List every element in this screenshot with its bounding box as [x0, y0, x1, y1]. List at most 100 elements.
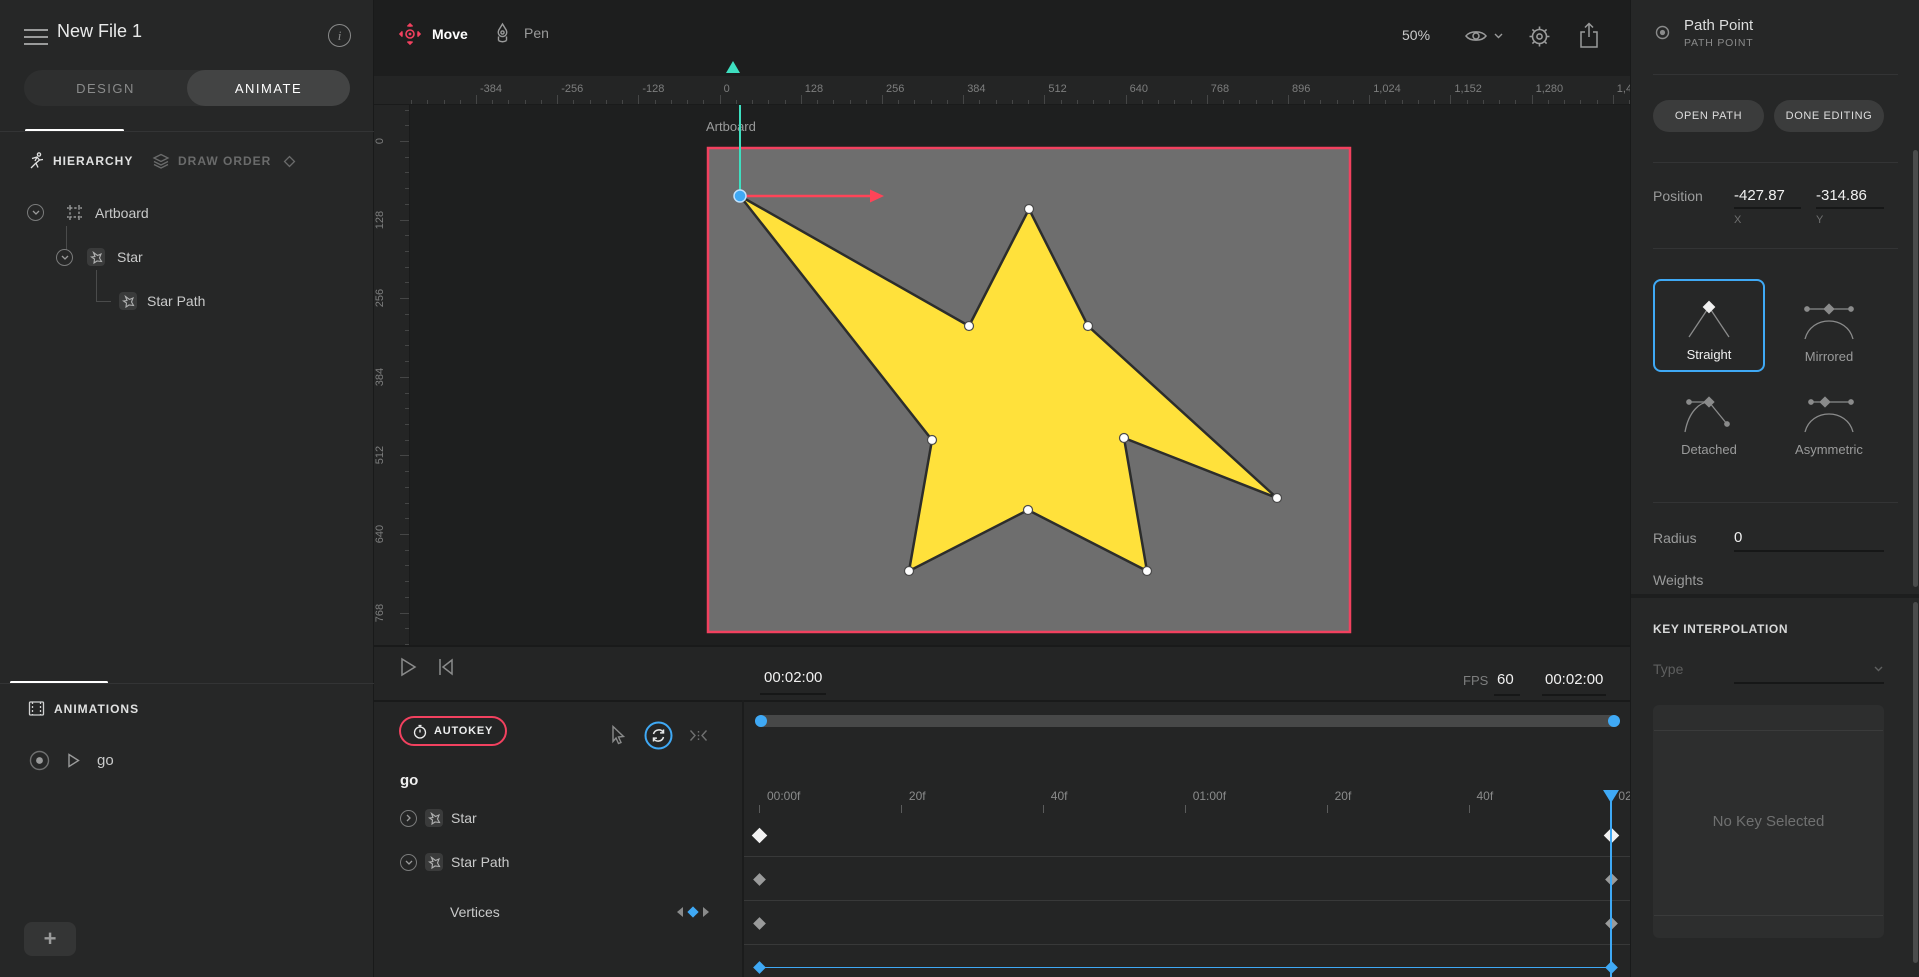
info-button[interactable]: i	[328, 24, 351, 47]
ruler-major-tick	[882, 95, 883, 105]
draw-order-tab[interactable]: DRAW ORDER	[152, 152, 296, 170]
current-time-input[interactable]: 00:02:00	[764, 669, 822, 686]
scrollbar-right-handle[interactable]	[1608, 715, 1620, 727]
point-type-mirrored[interactable]: Mirrored	[1773, 279, 1885, 372]
expand-chevron-icon[interactable]	[400, 810, 417, 827]
tree-row-star[interactable]: Star	[56, 248, 143, 266]
ruler-major-tick	[720, 95, 721, 105]
tree-row-star-path[interactable]: Star Path	[119, 292, 205, 310]
keyframe[interactable]	[753, 873, 766, 886]
pen-icon	[492, 22, 513, 44]
weights-label[interactable]: Weights	[1653, 572, 1703, 588]
point-type-straight[interactable]: Straight	[1653, 279, 1765, 372]
tab-design[interactable]: DESIGN	[24, 70, 187, 106]
timeline-zoom-scrollbar[interactable]	[755, 715, 1620, 727]
ruler-label: 128	[374, 205, 386, 235]
skip-to-start-button[interactable]	[438, 658, 454, 676]
vertical-ruler: 0128256384512640768	[374, 105, 410, 645]
track-row-star-path[interactable]	[744, 901, 1630, 945]
ruler-label: 0	[374, 126, 386, 156]
timeline-tracks[interactable]: 00:00f20f40f01:00f20f40f02:00f	[742, 700, 1630, 977]
autokey-button[interactable]: AUTOKEY	[399, 716, 507, 746]
add-animation-button[interactable]: +	[24, 922, 76, 956]
ruler-label: 640	[374, 519, 386, 549]
stage	[410, 105, 1630, 645]
prev-key-icon[interactable]	[677, 907, 683, 917]
type-dropdown-chevron-icon[interactable]	[1874, 666, 1883, 672]
record-icon[interactable]	[29, 750, 50, 771]
radius-underline	[1734, 550, 1884, 552]
keyframe[interactable]	[753, 917, 766, 930]
timeline-row-star-path-controls[interactable]: Star Path	[400, 853, 509, 871]
inspector-scrollbar[interactable]	[1913, 150, 1918, 587]
ruler-major-tick	[1288, 95, 1289, 105]
point-type-detached[interactable]: Detached	[1653, 372, 1765, 465]
track-row-star[interactable]	[744, 857, 1630, 901]
menu-button[interactable]	[24, 24, 48, 50]
timeline-animation-name[interactable]: go	[400, 772, 418, 789]
collapse-chevron-icon[interactable]	[400, 854, 417, 871]
type-label: Type	[1653, 661, 1683, 677]
point-type-asymmetric[interactable]: Asymmetric	[1773, 372, 1885, 465]
selected-vertex[interactable]	[734, 190, 746, 202]
animation-item-label: go	[97, 752, 114, 769]
add-key-icon[interactable]	[687, 906, 698, 917]
playhead-line[interactable]	[1610, 799, 1612, 977]
timeline-row-star-controls[interactable]: Star	[400, 809, 477, 827]
playhead-handle[interactable]	[1603, 790, 1619, 803]
ruler-major-tick	[1532, 95, 1533, 105]
animations-header[interactable]: ANIMATIONS	[28, 700, 139, 717]
open-path-button[interactable]: OPEN PATH	[1653, 100, 1764, 132]
animation-item-go[interactable]: go	[29, 750, 114, 771]
position-x-input[interactable]: -427.87	[1734, 187, 1785, 204]
ruler-label: 0	[724, 83, 730, 95]
frame-ruler[interactable]: 00:00f20f40f01:00f20f40f02:00f	[744, 786, 1630, 813]
visibility-menu[interactable]	[1464, 26, 1503, 46]
hierarchy-tab[interactable]: HIERARCHY	[28, 152, 133, 170]
keyframe[interactable]	[753, 961, 766, 974]
track-row-go[interactable]	[744, 813, 1630, 857]
next-key-icon[interactable]	[703, 907, 709, 917]
straight-vertex-icon	[1681, 299, 1737, 341]
share-button[interactable]	[1578, 22, 1600, 49]
key-panel-scrollbar[interactable]	[1913, 602, 1918, 963]
track-row-vertices[interactable]	[744, 945, 1630, 977]
done-editing-button[interactable]: DONE EDITING	[1774, 100, 1884, 132]
panel-split	[1631, 594, 1919, 598]
tree-row-artboard[interactable]: Artboard	[27, 204, 149, 221]
fps-input[interactable]: 60	[1497, 671, 1514, 688]
pen-tool[interactable]: Pen	[492, 22, 549, 44]
autokey-label: AUTOKEY	[434, 725, 493, 737]
timeline-row-vertices-label[interactable]: Vertices	[450, 904, 500, 920]
workspace-fit-icon[interactable]	[689, 729, 708, 742]
inspector-title: Path Point	[1684, 17, 1753, 34]
zoom-level[interactable]: 50%	[1402, 27, 1430, 43]
frame-tick	[1327, 805, 1328, 813]
scrollbar-left-handle[interactable]	[755, 715, 767, 727]
expand-chevron-icon[interactable]	[27, 204, 44, 221]
frame-label: 00:00f	[767, 789, 800, 803]
position-label: Position	[1653, 188, 1703, 204]
tree-item-label: Star	[117, 249, 143, 265]
play-button[interactable]	[400, 657, 417, 677]
tab-animate[interactable]: ANIMATE	[187, 70, 350, 106]
path-point-icon	[1655, 25, 1670, 49]
settings-button[interactable]	[1526, 23, 1553, 50]
ruler-major-tick	[400, 534, 410, 535]
frame-tick	[1043, 805, 1044, 813]
loop-mode-button[interactable]	[644, 721, 673, 750]
radius-input[interactable]: 0	[1734, 529, 1742, 546]
hierarchy-tab-label: HIERARCHY	[53, 154, 133, 168]
expand-chevron-icon[interactable]	[56, 249, 73, 266]
duration-input[interactable]: 00:02:00	[1545, 671, 1603, 688]
rive-editor: Move Pen 50%	[0, 0, 1919, 977]
frame-label: 20f	[1335, 789, 1352, 803]
move-tool[interactable]: Move	[398, 22, 468, 46]
canvas[interactable]: Artboard	[410, 105, 1630, 645]
keyframe[interactable]	[752, 828, 768, 844]
ruler-major-tick	[400, 298, 410, 299]
ruler-major-tick	[400, 141, 410, 142]
play-icon[interactable]	[67, 753, 80, 768]
position-y-input[interactable]: -314.86	[1816, 187, 1867, 204]
cursor-tool-icon[interactable]	[610, 725, 627, 745]
